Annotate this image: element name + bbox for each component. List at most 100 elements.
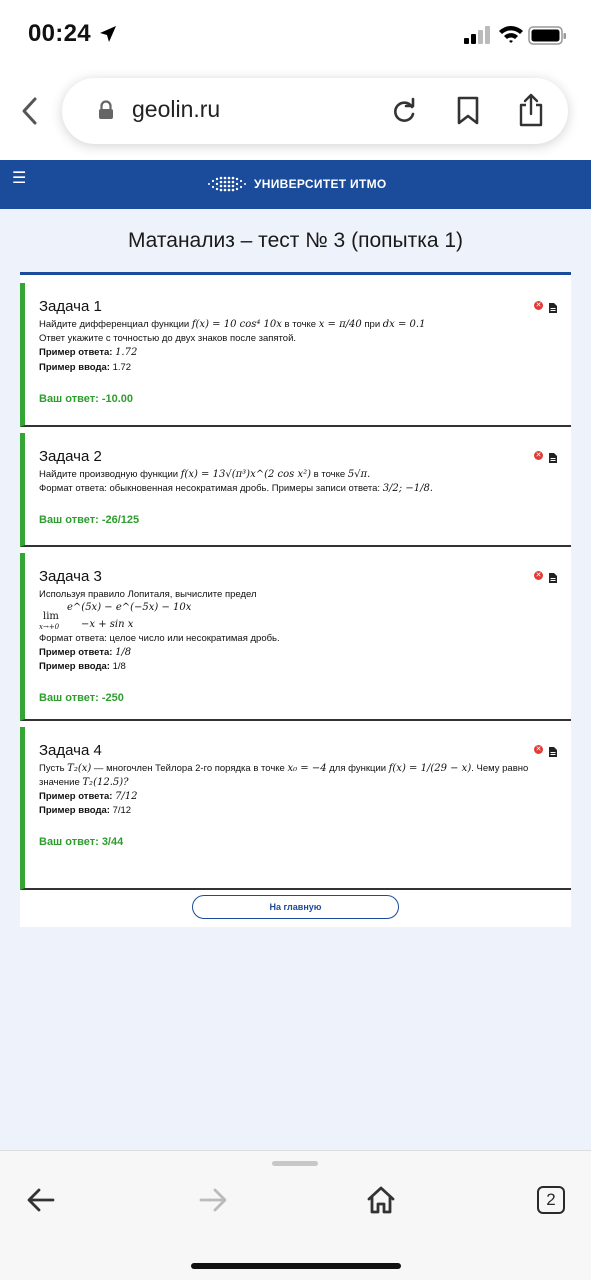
example-input-label: Пример ввода: — [39, 661, 110, 672]
example-answer-label: Пример ответа: — [39, 347, 113, 358]
back-arrow-icon[interactable] — [26, 1187, 56, 1218]
cellular-signal-icon — [464, 26, 492, 49]
task-card-4: ✕ Задача 4 Пусть T₂(x) — многочлен Тейло… — [20, 727, 571, 890]
formula: T₂(x) — [67, 763, 92, 774]
your-answer: Ваш ответ: -250 — [39, 692, 124, 704]
statement-text: в точке — [281, 319, 319, 330]
your-answer: Ваш ответ: -10.00 — [39, 393, 134, 405]
formula: f(x) = 1/(29 − x) — [388, 763, 472, 774]
hamburger-menu-icon[interactable]: ☰ — [12, 168, 26, 188]
document-icon[interactable] — [549, 450, 557, 468]
example-answer-label: Пример ответа: — [39, 647, 113, 658]
statement-text: — многочлен Тейлора 2-го порядка в точке — [91, 763, 288, 774]
limit-operator: lim — [43, 611, 59, 622]
task-card-2: ✕ Задача 2 Найдите производную функции f… — [20, 433, 571, 547]
limit-formula: e^(5x) − e^(−5x) − 10x lim x→+0 −x + sin… — [39, 602, 557, 632]
task-card-1: ✕ Задача 1 Найдите дифференциал функции … — [20, 283, 571, 427]
statement-text: . Чему равно — [471, 763, 529, 774]
example-input-value: 7/12 — [112, 805, 132, 816]
task-title: Задача 3 — [39, 568, 102, 585]
task-statement: Используя правило Лопиталя, вычислите пр… — [39, 589, 257, 600]
tasks-container: ✕ Задача 1 Найдите дифференциал функции … — [20, 272, 571, 927]
document-icon[interactable] — [549, 570, 557, 588]
formula: x₀ = −4 — [287, 763, 327, 774]
your-answer: Ваш ответ: 3/44 — [39, 836, 124, 848]
share-icon[interactable] — [516, 92, 546, 133]
task-statement: Найдите дифференциал функции f(x) = 10 c… — [39, 318, 557, 332]
address-bar[interactable]: geolin.ru — [62, 78, 568, 144]
example-answer-value: 7/12 — [115, 791, 138, 802]
example-answer: Пример ответа: 1/8 — [39, 646, 557, 660]
limit-numerator: e^(5x) − e^(−5x) − 10x — [67, 602, 192, 613]
formula: f(x) = 10 cos⁴ 10x — [191, 319, 282, 330]
formula: 3/2; −1/8. — [382, 483, 433, 494]
formula: x = π/40 — [318, 319, 362, 330]
example-answer-label: Пример ответа: — [39, 791, 113, 802]
web-page: ☰ УНИВЕРСИТЕТ ИТМО Матанализ – тест № 3 … — [0, 160, 591, 1150]
your-answer: Ваш ответ: -26/125 — [39, 514, 140, 526]
example-input: Пример ввода: 1.72 — [39, 361, 557, 375]
example-input-label: Пример ввода: — [39, 805, 110, 816]
page-title: Матанализ – тест № 3 (попытка 1) — [127, 229, 464, 252]
limit-denominator: −x + sin x — [81, 619, 134, 630]
formula: dx = 0.1 — [382, 319, 426, 330]
home-indicator — [191, 1263, 401, 1269]
site-header: ☰ УНИВЕРСИТЕТ ИТМО — [0, 160, 591, 209]
task-title: Задача 2 — [39, 448, 102, 465]
example-answer: Пример ответа: 1.72 — [39, 346, 557, 360]
formula: 5√π. — [347, 469, 371, 480]
example-answer-value: 1.72 — [115, 347, 138, 358]
example-answer: Пример ответа: 7/12 — [39, 790, 557, 804]
formula: T₂(12.5)? — [82, 777, 129, 788]
wrong-answer-icon: ✕ — [534, 451, 543, 460]
status-bar: 00:24 — [0, 0, 591, 70]
domain-text[interactable]: geolin.ru — [132, 96, 220, 123]
example-input-value: 1.72 — [112, 362, 132, 373]
statement-text: при — [361, 319, 383, 330]
forward-arrow-icon[interactable] — [198, 1187, 228, 1218]
wrong-answer-icon: ✕ — [534, 571, 543, 580]
task-instruction: Формат ответа: обыкновенная несократимая… — [39, 482, 557, 496]
document-icon[interactable] — [549, 300, 557, 318]
example-input: Пример ввода: 1/8 — [39, 660, 557, 674]
home-icon[interactable] — [366, 1185, 396, 1220]
home-button[interactable]: На главную — [192, 895, 399, 919]
document-icon[interactable] — [549, 744, 557, 762]
task-instruction: Ответ укажите с точностью до двух знаков… — [39, 333, 297, 344]
statement-text: для функции — [326, 763, 389, 774]
reload-icon[interactable] — [390, 97, 418, 130]
wrong-answer-icon: ✕ — [534, 745, 543, 754]
task-instruction: Формат ответа: целое число или несократи… — [39, 633, 280, 644]
task-question: значение T₂(12.5)? — [39, 776, 557, 790]
statement-text: Формат ответа: обыкновенная несократимая… — [39, 483, 383, 494]
toolbar-grabber[interactable] — [272, 1161, 318, 1166]
bookmark-icon[interactable] — [456, 96, 480, 131]
battery-icon — [528, 26, 568, 51]
home-button-row: На главную — [20, 890, 571, 927]
statement-text: Пусть — [39, 763, 68, 774]
lock-icon — [98, 100, 114, 125]
example-input: Пример ввода: 7/12 — [39, 804, 557, 818]
tabs-button[interactable]: 2 — [537, 1186, 565, 1214]
task-statement: Пусть T₂(x) — многочлен Тейлора 2-го пор… — [39, 762, 557, 776]
statement-text: в точке — [311, 469, 348, 480]
itmo-logo-icon — [206, 175, 248, 198]
limit-subscript: x→+0 — [39, 623, 60, 631]
statement-text: Найдите дифференциал функции — [39, 319, 192, 330]
location-arrow-icon — [98, 24, 118, 49]
statement-text: Найдите производную функции — [39, 469, 181, 480]
example-input-label: Пример ввода: — [39, 362, 110, 373]
task-title: Задача 4 — [39, 742, 102, 759]
example-answer-value: 1/8 — [115, 647, 132, 658]
back-chevron-icon[interactable] — [20, 96, 40, 131]
task-title: Задача 1 — [39, 298, 102, 315]
task-card-3: ✕ Задача 3 Используя правило Лопиталя, в… — [20, 553, 571, 721]
task-statement: Найдите производную функции f(x) = 13√(π… — [39, 468, 557, 482]
example-input-value: 1/8 — [112, 661, 126, 672]
brand-name[interactable]: УНИВЕРСИТЕТ ИТМО — [254, 177, 387, 191]
status-time: 00:24 — [28, 20, 91, 47]
statement-text: значение — [39, 777, 83, 788]
formula: f(x) = 13√(π³)x^(2 cos x²) — [180, 469, 312, 480]
browser-toolbar: 2 — [0, 1150, 591, 1280]
wifi-icon — [498, 24, 524, 49]
